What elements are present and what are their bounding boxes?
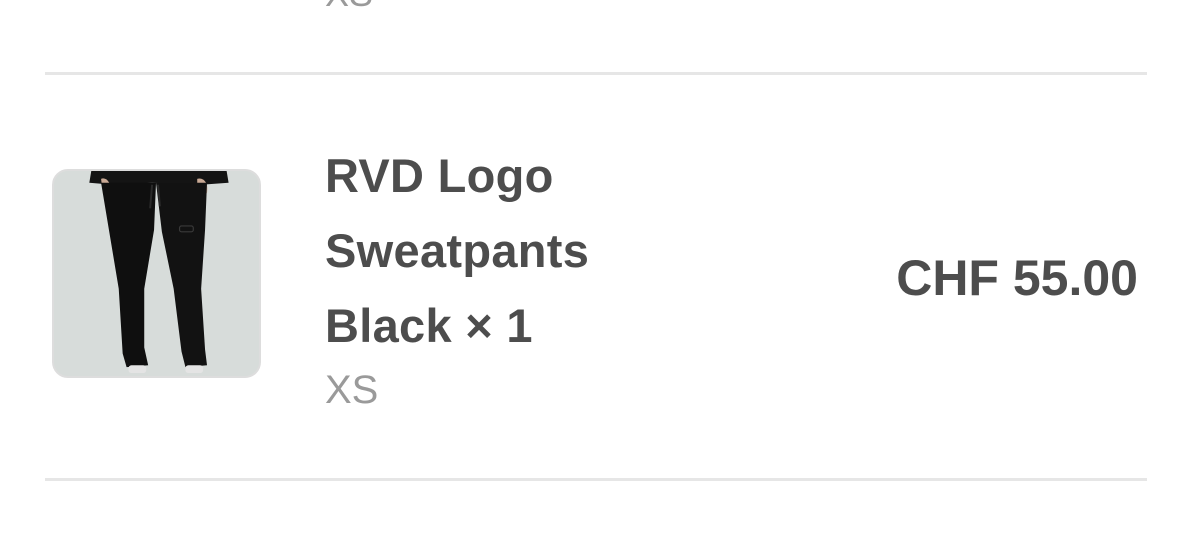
product-name: RVD Logo Sweatpants Black bbox=[325, 149, 590, 352]
product-variant-size: XS bbox=[325, 368, 379, 412]
item-divider bbox=[45, 478, 1147, 481]
previous-item-variant: XS bbox=[325, 0, 373, 12]
item-divider bbox=[45, 72, 1147, 75]
sweatpants-image bbox=[54, 171, 259, 376]
cart-line-items: XS RVD Logo Sweatpants Black × 1 bbox=[0, 0, 1178, 548]
product-quantity: 1 bbox=[506, 299, 533, 352]
product-thumbnail bbox=[52, 169, 261, 378]
product-price: CHF 55.00 bbox=[896, 250, 1138, 306]
product-title: RVD Logo Sweatpants Black × 1 bbox=[325, 138, 685, 363]
quantity-separator: × bbox=[465, 299, 494, 352]
